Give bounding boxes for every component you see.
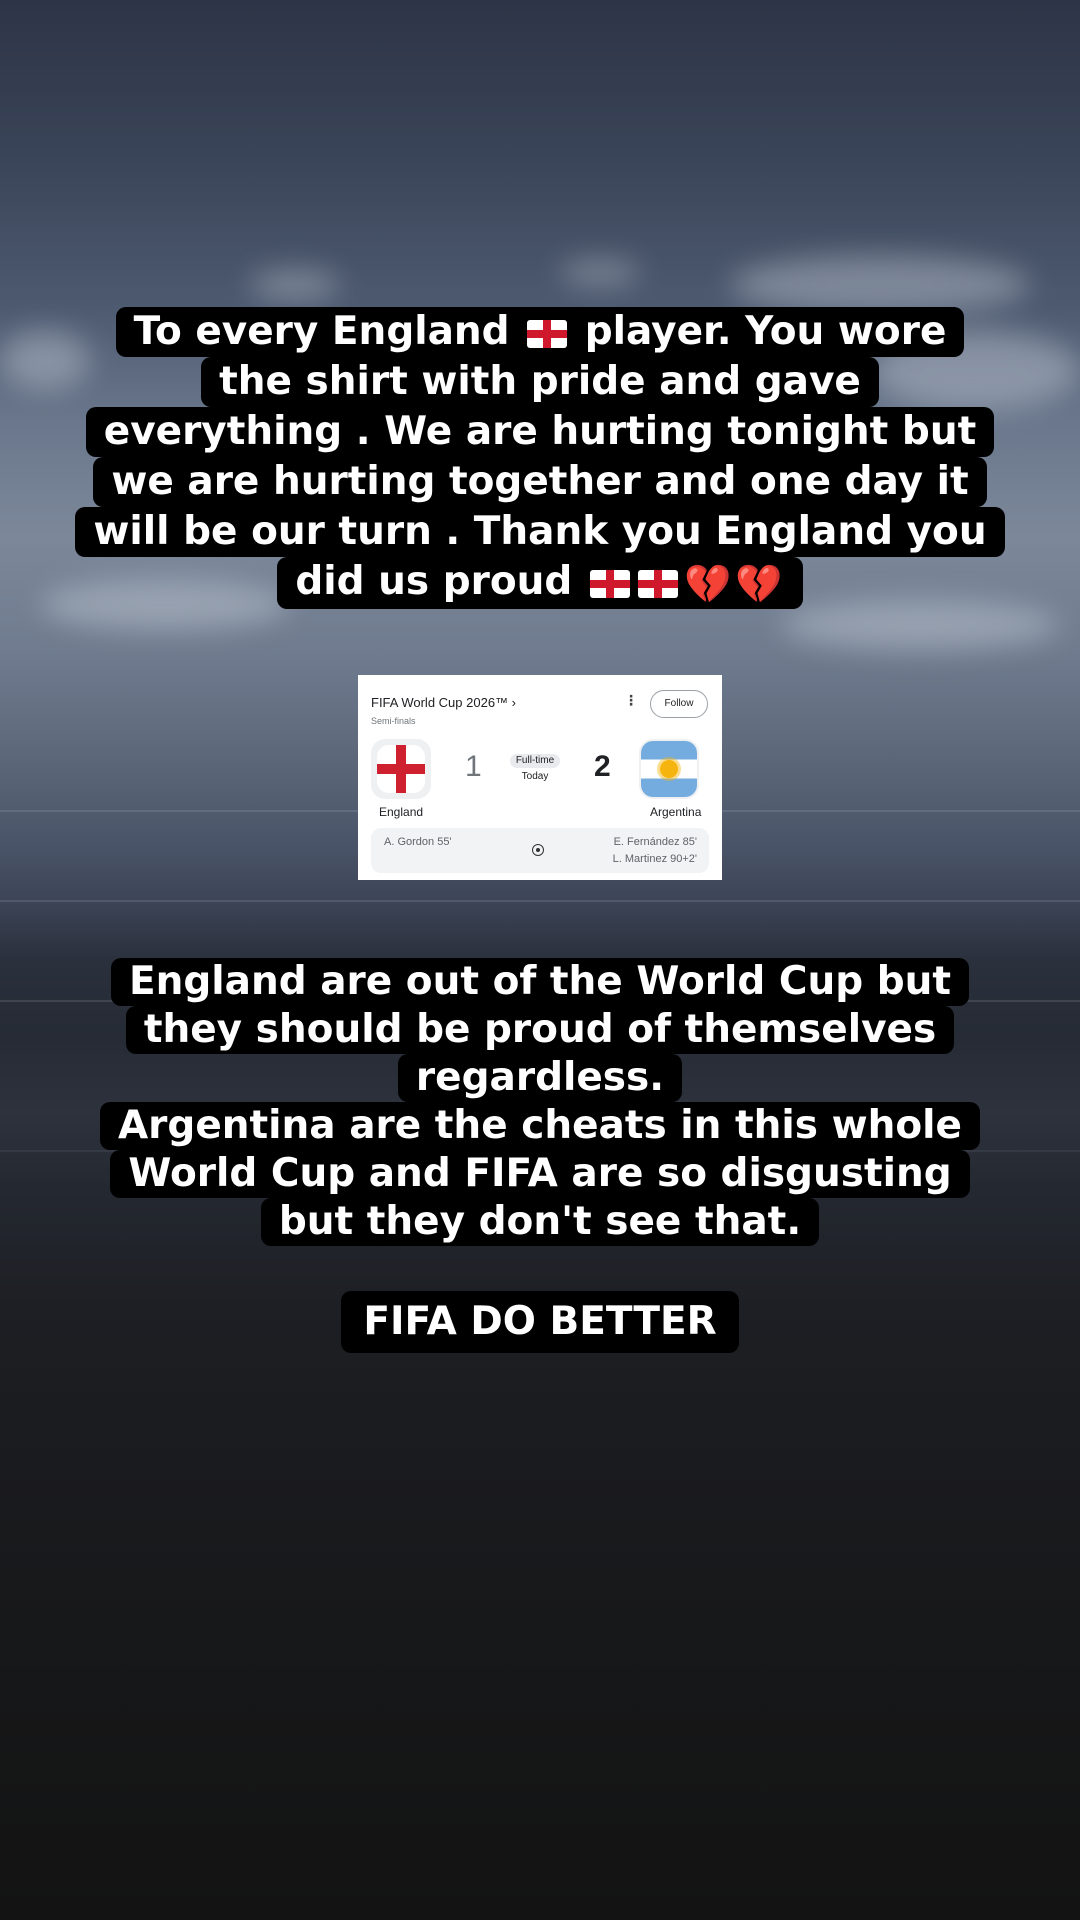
- home-score: 1: [465, 750, 482, 783]
- goal-scorers-panel: A. Gordon 55' E. Fernández 85' L. Martin…: [371, 828, 709, 873]
- more-vert-icon[interactable]: ⋮: [624, 693, 638, 709]
- caption-line: they should be proud of themselves: [125, 1006, 955, 1054]
- broken-heart-icon: 💔: [735, 561, 783, 606]
- caption-line: regardless.: [397, 1054, 683, 1102]
- follow-button[interactable]: Follow: [650, 690, 708, 718]
- home-team-logo[interactable]: [371, 739, 431, 799]
- caption-line: FIFA DO BETTER: [341, 1291, 739, 1353]
- match-score-card[interactable]: FIFA World Cup 2026™ › Semi-finals ⋮ Fol…: [358, 675, 722, 880]
- england-flag-icon: [377, 745, 425, 793]
- england-flag-icon: [637, 569, 678, 598]
- cloud: [250, 270, 340, 300]
- sun-of-may-icon: [660, 760, 678, 778]
- competition-link[interactable]: FIFA World Cup 2026™ ›: [371, 695, 516, 710]
- caption-line: England are out of the World Cup but: [110, 958, 970, 1006]
- argentina-flag-icon: [641, 741, 697, 797]
- match-date: Today: [521, 771, 549, 782]
- wave-line: [0, 900, 1080, 902]
- stage-label: Semi-finals: [371, 716, 416, 726]
- cloud: [730, 255, 1030, 315]
- caption-line: World Cup and FIFA are so disgusting: [110, 1150, 970, 1198]
- away-team-logo[interactable]: [639, 739, 699, 799]
- caption-middle: England are out of the World Cup but the…: [0, 958, 1080, 1246]
- england-flag-icon: [589, 569, 630, 598]
- caption-text: player. You wore: [584, 309, 947, 354]
- cloud: [560, 260, 640, 285]
- home-team-name[interactable]: England: [379, 805, 423, 819]
- away-score: 2: [594, 750, 611, 783]
- caption-line: Argentina are the cheats in this whole: [99, 1102, 980, 1150]
- away-team-name[interactable]: Argentina: [650, 805, 701, 819]
- caption-line: To every England player. You wore: [115, 307, 965, 357]
- away-scorer: L. Martinez 90+2': [612, 853, 697, 865]
- away-scorer: E. Fernández 85': [613, 836, 697, 848]
- home-scorer: A. Gordon 55': [384, 836, 452, 848]
- status-badge: Full-time: [510, 754, 560, 768]
- caption-top: To every England player. You wore the sh…: [0, 307, 1080, 609]
- caption-line: we are hurting together and one day it: [93, 457, 987, 507]
- caption-line: everything . We are hurting tonight but: [85, 407, 995, 457]
- caption-text: did us proud: [295, 559, 573, 604]
- caption-line: but they don't see that.: [260, 1198, 820, 1246]
- soccer-ball-icon: [532, 844, 544, 856]
- caption-text: To every England: [133, 309, 510, 354]
- caption-bottom: FIFA DO BETTER: [0, 1291, 1080, 1353]
- caption-line: the shirt with pride and gave: [201, 357, 879, 407]
- caption-line: will be our turn . Thank you England you: [75, 507, 1005, 557]
- broken-heart-icon: 💔: [683, 561, 732, 606]
- england-flag-icon: [527, 319, 568, 348]
- caption-line: did us proud 💔 💔: [277, 557, 803, 609]
